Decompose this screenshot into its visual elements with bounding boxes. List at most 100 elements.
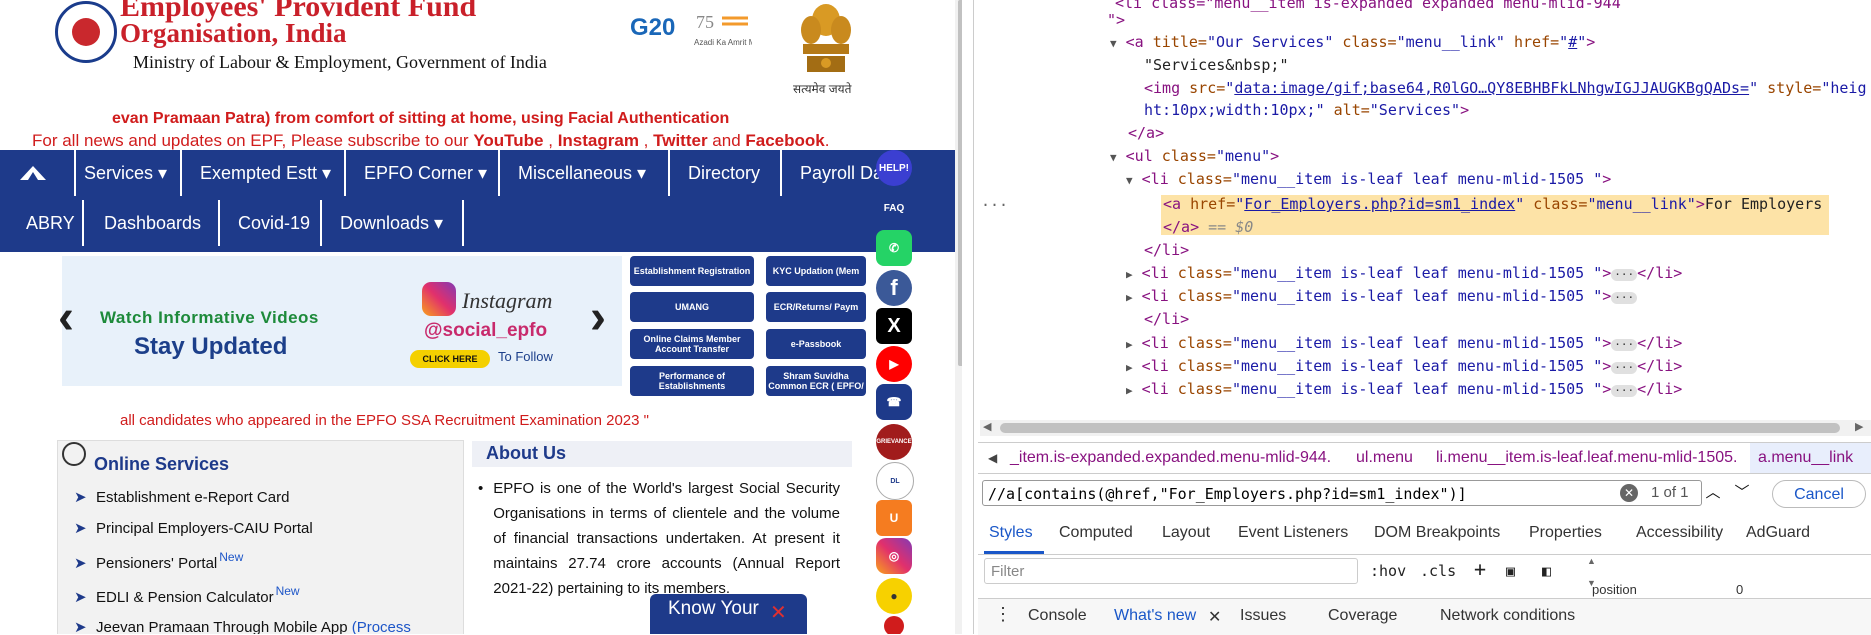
scroll-left-icon[interactable]: ◀	[983, 420, 991, 433]
quick-link-establishment-registration[interactable]: Establishment Registration	[630, 256, 754, 286]
collapsed-children-badge[interactable]: ···	[1611, 292, 1638, 304]
styles-filter-input[interactable]: Filter	[984, 558, 1358, 584]
dom-line-li-5[interactable]: ▶ <li class="menu__item is-leaf leaf men…	[1126, 357, 1682, 375]
grievance-icon[interactable]: GRIEVANCE	[876, 424, 912, 460]
search-next-icon[interactable]: ﹀	[1729, 480, 1755, 506]
online-service-link[interactable]: Principal Employers-CAIU Portal	[96, 520, 313, 537]
collapse-triangle-icon[interactable]: ▼	[1126, 174, 1133, 187]
dom-line-ul-menu[interactable]: ▼ <ul class="menu">	[1110, 147, 1279, 165]
nav-miscellaneous[interactable]: Miscellaneous ▾	[500, 150, 670, 196]
breadcrumb-item[interactable]: _item.is-expanded.expanded.menu-mlid-944…	[1010, 443, 1331, 473]
drawer-tab-coverage[interactable]: Coverage	[1328, 607, 1397, 625]
online-service-link[interactable]: Jeevan Pramaan Through Mobile App (Proce…	[96, 619, 411, 634]
tab-dom-breakpoints[interactable]: DOM Breakpoints	[1374, 524, 1500, 542]
youtube-icon[interactable]: ▶	[876, 346, 912, 382]
search-cancel-button[interactable]: Cancel	[1772, 480, 1866, 508]
drawer-tab-issues[interactable]: Issues	[1240, 607, 1286, 625]
nav-abry[interactable]: ABRY	[8, 200, 84, 246]
breadcrumb-left-icon[interactable]: ◀	[988, 443, 997, 473]
nav-covid-19[interactable]: Covid-19	[220, 200, 322, 246]
nav-dashboards[interactable]: Dashboards	[86, 200, 220, 246]
dom-line-li-close[interactable]: </li>	[1144, 310, 1189, 328]
dom-line-selected-a-close[interactable]: </a> == $0	[1163, 218, 1253, 236]
expand-triangle-icon[interactable]: ▶	[1126, 384, 1133, 397]
collapse-triangle-icon[interactable]: ▼	[1110, 151, 1117, 164]
scroll-right-icon[interactable]: ▶	[1855, 420, 1863, 433]
nav-home[interactable]	[0, 150, 76, 196]
dom-line-a-close[interactable]: </a>	[1128, 124, 1164, 142]
dom-line-selected-a[interactable]: <a href="For_Employers.php?id=sm1_index"…	[1163, 195, 1822, 213]
koo-icon[interactable]: ●	[876, 578, 912, 614]
tab-event-listeners[interactable]: Event Listeners	[1238, 524, 1348, 542]
toggle-sidebar-icon[interactable]: ◧	[1542, 562, 1551, 580]
dom-line-text-services[interactable]: "Services&nbsp;"	[1144, 56, 1289, 74]
collapsed-children-badge[interactable]: ···	[1611, 339, 1638, 351]
breadcrumb-item-active[interactable]: a.menu__link	[1750, 443, 1871, 473]
tab-properties[interactable]: Properties	[1529, 524, 1602, 542]
search-prev-icon[interactable]: ︿	[1700, 480, 1726, 506]
online-service-link[interactable]: Pensioners' Portal New	[96, 550, 243, 572]
drawer-tab-whats-new[interactable]: What's new	[1114, 607, 1196, 625]
more-social-icon[interactable]	[884, 616, 904, 634]
dom-line-li-1[interactable]: ▼ <li class="menu__item is-leaf leaf men…	[1126, 170, 1611, 188]
more-options-icon[interactable]: ···	[981, 196, 1008, 214]
page-scrollbar-thumb[interactable]	[958, 0, 962, 366]
cls-toggle[interactable]: .cls	[1420, 562, 1456, 580]
umang-icon[interactable]: U	[876, 500, 912, 536]
instagram-icon[interactable]: ◎	[876, 538, 912, 574]
tab-computed[interactable]: Computed	[1059, 524, 1133, 542]
nav-services[interactable]: Services ▾	[66, 150, 182, 196]
facebook-link[interactable]: Facebook	[745, 131, 824, 150]
dom-line-li-6[interactable]: ▶ <li class="menu__item is-leaf leaf men…	[1126, 380, 1682, 398]
instagram-link[interactable]: Instagram	[558, 131, 639, 150]
src-link[interactable]: data:image/gif;base64,R0lGO…QY8EBHBFkLNh…	[1234, 79, 1749, 97]
faq-icon[interactable]: FAQ	[876, 190, 912, 226]
paint-icon[interactable]: ▣	[1506, 562, 1515, 580]
dom-line-li-close[interactable]: ">	[1107, 11, 1125, 29]
clear-search-icon[interactable]: ✕	[1620, 484, 1638, 502]
online-service-link[interactable]: EDLI & Pension Calculator New	[96, 584, 300, 606]
dom-line-li-2[interactable]: ▶ <li class="menu__item is-leaf leaf men…	[1126, 264, 1682, 282]
process-link[interactable]: (Process	[352, 619, 411, 634]
href-link[interactable]: #	[1568, 33, 1577, 51]
breadcrumb-item[interactable]: ul.menu	[1356, 443, 1413, 473]
quick-link-online-claims[interactable]: Online Claims Member Account Transfer	[630, 329, 754, 359]
drawer-tab-close-icon[interactable]: ✕	[1208, 607, 1221, 627]
dom-line-li-3[interactable]: ▶ <li class="menu__item is-leaf leaf men…	[1126, 287, 1638, 305]
expand-triangle-icon[interactable]: ▶	[1126, 338, 1133, 351]
drawer-tab-console[interactable]: Console	[1028, 607, 1087, 625]
dom-line-li-4[interactable]: ▶ <li class="menu__item is-leaf leaf men…	[1126, 334, 1682, 352]
quick-link-performance-establishments[interactable]: Performance of Establishments	[630, 366, 754, 396]
recruitment-notice[interactable]: all candidates who appeared in the EPFO …	[120, 412, 649, 429]
collapse-triangle-icon[interactable]: ▼	[1110, 37, 1117, 50]
whatsapp-icon[interactable]: ✆	[876, 230, 912, 266]
dom-search-input[interactable]: //a[contains(@href,"For_Employers.php?id…	[982, 480, 1702, 506]
x-twitter-icon[interactable]: X	[876, 308, 912, 344]
dom-line-li-close[interactable]: </li>	[1144, 241, 1189, 259]
breadcrumb-item[interactable]: li.menu__item.is-leaf.leaf.menu-mlid-150…	[1436, 443, 1737, 473]
quick-link-e-passbook[interactable]: e-Passbook	[766, 329, 866, 359]
drawer-tab-network-conditions[interactable]: Network conditions	[1440, 607, 1575, 625]
add-rule-icon[interactable]: +	[1474, 557, 1486, 581]
tab-accessibility[interactable]: Accessibility	[1636, 524, 1723, 542]
nav-epfo-corner[interactable]: EPFO Corner ▾	[346, 150, 500, 196]
expand-triangle-icon[interactable]: ▶	[1126, 361, 1133, 374]
tab-layout[interactable]: Layout	[1162, 524, 1210, 542]
help-icon[interactable]: HELP!	[876, 150, 912, 186]
href-link[interactable]: For_Employers.php?id=sm1_index	[1244, 195, 1515, 213]
carousel-prev-icon[interactable]: ‹	[58, 290, 74, 345]
expand-triangle-icon[interactable]: ▶	[1126, 268, 1133, 281]
nav-downloads[interactable]: Downloads ▾	[322, 200, 464, 246]
hov-toggle[interactable]: :hov	[1370, 562, 1406, 580]
tab-adguard[interactable]: AdGuard	[1746, 524, 1810, 542]
online-service-link[interactable]: Establishment e-Report Card	[96, 489, 289, 506]
expand-triangle-icon[interactable]: ▶	[1126, 291, 1133, 304]
quick-link-shram-suvidha[interactable]: Shram Suvidha Common ECR ( EPFO/	[766, 366, 866, 396]
quick-link-ecr-returns[interactable]: ECR/Returns/ Paym	[766, 292, 866, 322]
collapsed-children-badge[interactable]: ···	[1611, 362, 1638, 374]
collapsed-children-badge[interactable]: ···	[1611, 269, 1638, 281]
dom-line-li-expanded[interactable]: <li class="menu__item is-expanded expand…	[1115, 0, 1621, 12]
dom-line-img-cont[interactable]: ht:10px;width:10px;" alt="Services">	[1144, 101, 1469, 119]
dom-line-a-services[interactable]: ▼ <a title="Our Services" class="menu__l…	[1110, 33, 1595, 51]
digilocker-icon[interactable]: DL	[876, 462, 914, 500]
